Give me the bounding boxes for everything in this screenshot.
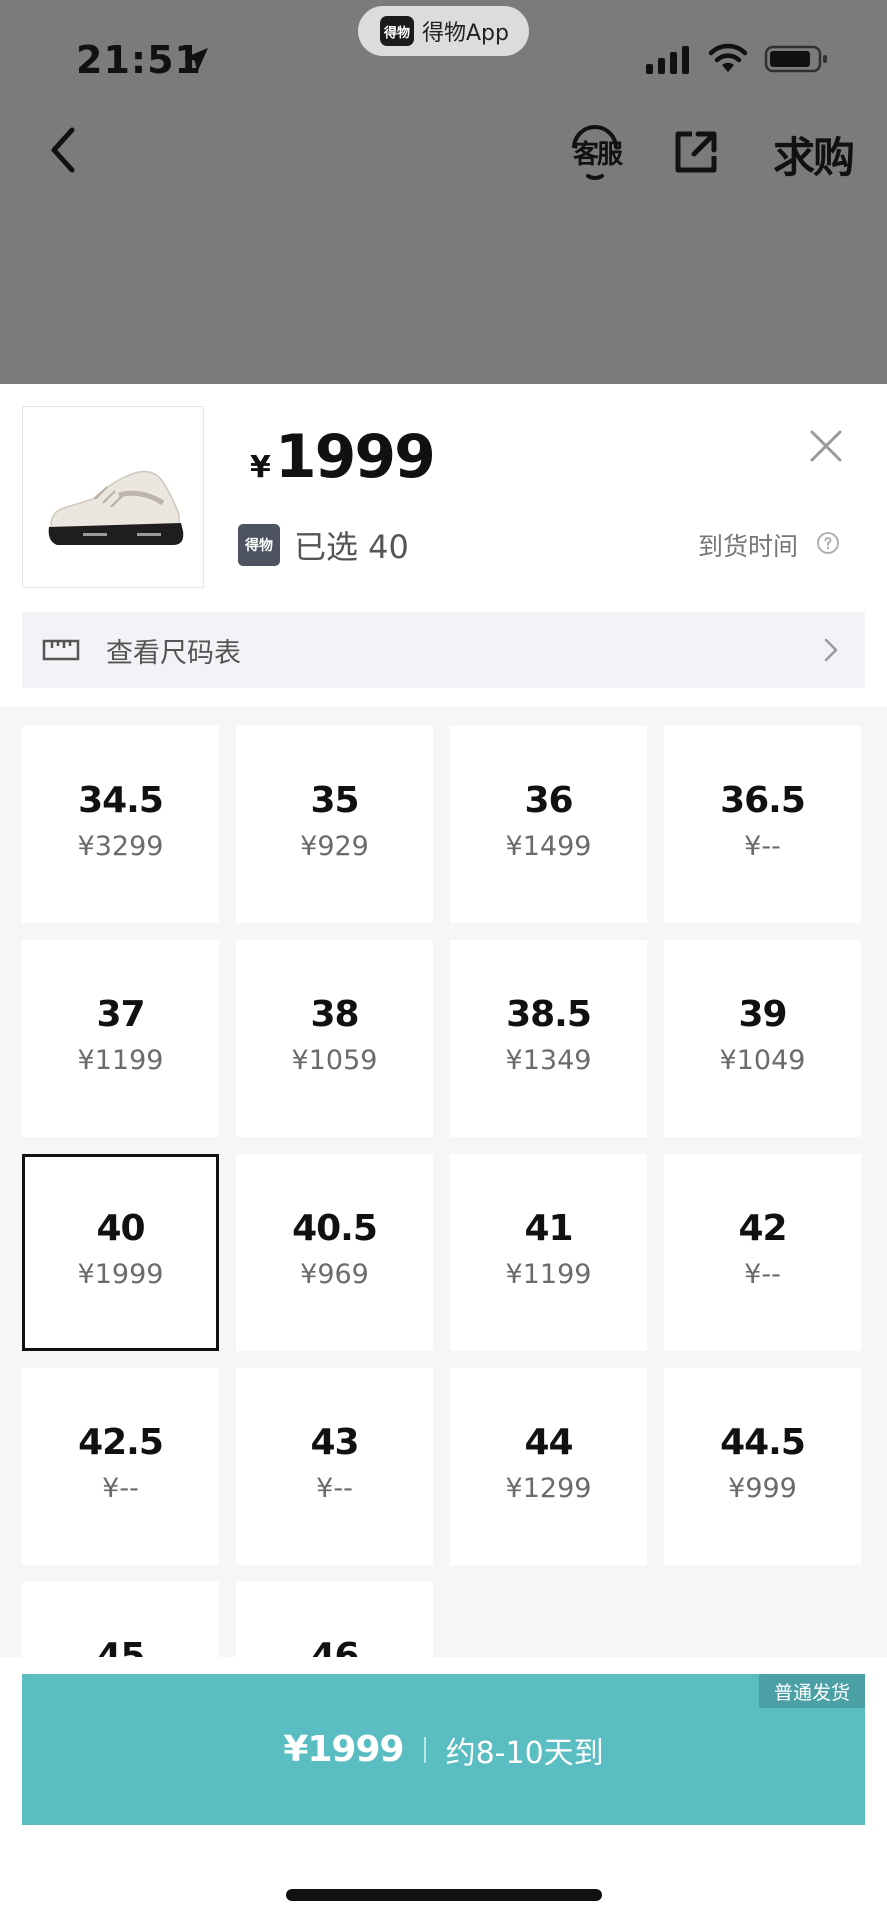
size-chart-label: 查看尺码表 <box>106 637 241 669</box>
size-label: 39 <box>738 994 787 1035</box>
size-option[interactable]: 40 ¥1999 <box>22 1154 219 1351</box>
size-option[interactable]: 35 ¥929 <box>236 726 433 923</box>
shipping-type-badge: 普通发货 <box>759 1674 865 1708</box>
size-option[interactable]: 40.5 ¥969 <box>236 1154 433 1351</box>
delivery-estimate: 约8-10天到 <box>445 1735 604 1771</box>
size-label: 36 <box>524 780 573 821</box>
size-label: 36.5 <box>720 780 806 821</box>
app-indicator-pill[interactable]: 得物 得物App <box>358 6 529 56</box>
buy-divider <box>423 1736 426 1763</box>
back-icon[interactable] <box>46 124 82 176</box>
size-price: ¥969 <box>300 1259 369 1290</box>
size-option[interactable]: 42 ¥-- <box>664 1154 861 1351</box>
size-option[interactable]: 34.5 ¥3299 <box>22 726 219 923</box>
size-label: 43 <box>310 1422 359 1463</box>
size-label: 35 <box>310 780 359 821</box>
size-price: ¥1299 <box>505 1473 592 1504</box>
customer-service-label[interactable]: 客服 <box>573 134 623 171</box>
size-price: ¥-- <box>102 1473 139 1504</box>
size-price: ¥999 <box>728 1473 797 1504</box>
buy-price: ¥1999 <box>283 1729 404 1770</box>
selected-size-text: 已选 40 <box>294 528 409 566</box>
size-chart-row[interactable]: 查看尺码表 <box>22 612 865 688</box>
size-label: 44 <box>524 1422 573 1463</box>
size-price: ¥-- <box>744 831 781 862</box>
size-price: ¥1199 <box>505 1259 592 1290</box>
size-label: 41 <box>524 1208 573 1249</box>
sneaker-image <box>48 470 184 545</box>
size-label: 45 <box>96 1636 145 1657</box>
size-option[interactable]: 46 <box>236 1582 433 1657</box>
size-option[interactable]: 36.5 ¥-- <box>664 726 861 923</box>
size-price: ¥1499 <box>505 831 592 862</box>
price-currency: ¥ <box>250 450 271 485</box>
size-option[interactable]: 44 ¥1299 <box>450 1368 647 1565</box>
size-label: 46 <box>310 1636 359 1657</box>
app-name: 得物App <box>422 21 509 46</box>
dewu-badge-icon: 得物 <box>238 524 280 566</box>
size-price: ¥1049 <box>719 1045 806 1076</box>
size-price: ¥3299 <box>77 831 164 862</box>
want-to-buy-button[interactable]: 求购 <box>773 124 855 185</box>
size-label: 42.5 <box>78 1422 164 1463</box>
signal-icon <box>646 44 689 74</box>
battery-icon <box>764 45 827 73</box>
size-option[interactable]: 45 <box>22 1582 219 1657</box>
price-display: ¥ 1999 <box>250 422 436 492</box>
question-icon[interactable] <box>816 531 840 555</box>
size-price: ¥1059 <box>291 1045 378 1076</box>
size-label: 40.5 <box>292 1208 378 1249</box>
size-price: ¥1199 <box>77 1045 164 1076</box>
size-price: ¥-- <box>316 1473 353 1504</box>
size-option[interactable]: 41 ¥1199 <box>450 1154 647 1351</box>
size-label: 38 <box>310 994 359 1035</box>
ruler-icon <box>42 639 80 661</box>
home-indicator[interactable] <box>286 1889 602 1901</box>
size-label: 42 <box>738 1208 787 1249</box>
close-icon[interactable] <box>806 426 846 466</box>
product-thumbnail[interactable] <box>22 406 204 588</box>
size-option[interactable]: 42.5 ¥-- <box>22 1368 219 1565</box>
share-icon[interactable] <box>672 128 720 176</box>
size-price: ¥1999 <box>77 1259 164 1290</box>
arrival-time-link[interactable]: 到货时间 <box>698 527 798 563</box>
wifi-icon <box>708 43 748 72</box>
size-label: 38.5 <box>506 994 592 1035</box>
size-label: 40 <box>96 1208 145 1249</box>
size-label: 44.5 <box>720 1422 806 1463</box>
price-value: 1999 <box>274 422 436 492</box>
buy-button[interactable]: ¥1999 约8-10天到 普通发货 <box>22 1674 865 1825</box>
size-grid: 34.5 ¥3299 35 ¥929 36 ¥1499 36.5 ¥-- 37 ¥1199 38 ¥1… <box>0 706 887 1657</box>
size-option[interactable]: 43 ¥-- <box>236 1368 433 1565</box>
selected-size-row: 得物 已选 40 <box>238 522 409 568</box>
size-label: 34.5 <box>78 780 164 821</box>
size-option[interactable]: 36 ¥1499 <box>450 726 647 923</box>
dewu-logo: 得物 <box>380 16 414 46</box>
size-option[interactable]: 38.5 ¥1349 <box>450 940 647 1137</box>
size-option[interactable]: 39 ¥1049 <box>664 940 861 1137</box>
size-price: ¥1349 <box>505 1045 592 1076</box>
size-option[interactable]: 44.5 ¥999 <box>664 1368 861 1565</box>
size-option[interactable]: 37 ¥1199 <box>22 940 219 1137</box>
size-option[interactable]: 38 ¥1059 <box>236 940 433 1137</box>
location-arrow-icon <box>184 48 208 72</box>
size-price: ¥-- <box>744 1259 781 1290</box>
chevron-right-icon <box>824 638 838 662</box>
size-price: ¥929 <box>300 831 369 862</box>
size-label: 37 <box>96 994 145 1035</box>
